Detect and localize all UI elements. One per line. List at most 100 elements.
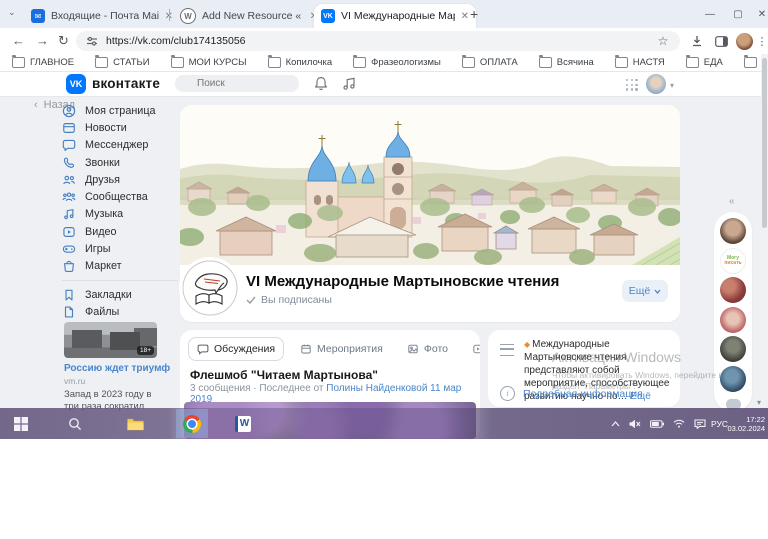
- tab-events[interactable]: Мероприятия: [292, 338, 391, 360]
- sidebar-item-music[interactable]: Музыка: [62, 206, 178, 223]
- sidebar-item-calls[interactable]: Звонки: [62, 154, 178, 171]
- screen: ⌄ ✉ Входящие - Почта Mail.ru ✕ W Add New…: [0, 0, 768, 439]
- tab-videos[interactable]: Видео: [464, 338, 480, 360]
- story-avatar-text[interactable]: Могу писать: [720, 248, 746, 274]
- bookmark-folder[interactable]: ЕДА: [686, 57, 723, 68]
- sidebar-item-bookmarks[interactable]: Закладки: [62, 286, 178, 303]
- file-icon: [62, 305, 76, 319]
- language-indicator[interactable]: РУС: [711, 408, 728, 439]
- reload-icon[interactable]: ↻: [58, 33, 69, 49]
- vk-user-avatar[interactable]: [646, 74, 666, 94]
- bookmark-folder[interactable]: Копилочка: [268, 57, 333, 68]
- side-panel-icon[interactable]: [712, 31, 730, 51]
- window-minimize-button[interactable]: —: [698, 0, 722, 28]
- sidebar-item-communities[interactable]: Сообщества: [62, 188, 178, 205]
- tab-photos[interactable]: Фото: [399, 338, 456, 360]
- bookmark-folder[interactable]: ГЛАВНОЕ: [12, 57, 74, 68]
- hidden-icons-chevron[interactable]: [611, 421, 620, 427]
- detailed-info-link[interactable]: i Подробная информация: [500, 386, 643, 401]
- chat-bubble-icon: [197, 343, 209, 355]
- file-explorer-icon[interactable]: [122, 408, 148, 439]
- bookmark-folder[interactable]: СТАТЬИ: [95, 57, 150, 68]
- group-info-card: ◆Международные Мартыновские чтения предс…: [488, 330, 680, 407]
- chevron-down-icon[interactable]: ▾: [670, 81, 674, 90]
- tab-list-chevron-icon[interactable]: ⌄: [8, 7, 16, 18]
- bookmark-folder[interactable]: НАСТЯ: [615, 57, 665, 68]
- group-avatar[interactable]: [182, 260, 238, 316]
- story-avatar[interactable]: [720, 277, 746, 303]
- sidebar-item-friends[interactable]: Друзья: [62, 171, 178, 188]
- window-close-button[interactable]: ✕: [750, 0, 768, 28]
- browser-tab-mail[interactable]: ✉ Входящие - Почта Mail.ru ✕: [24, 4, 180, 28]
- browser-tabstrip: ⌄ ✉ Входящие - Почта Mail.ru ✕ W Add New…: [0, 0, 768, 28]
- scrollbar-thumb[interactable]: [762, 58, 767, 228]
- newspaper-icon: [62, 121, 76, 135]
- tab-close-icon[interactable]: ✕: [461, 11, 469, 22]
- music-icon[interactable]: [342, 76, 357, 96]
- sidebar-item-games[interactable]: Игры: [62, 240, 178, 257]
- video-icon: [62, 225, 76, 239]
- action-center-icon[interactable]: [694, 419, 706, 429]
- sidebar-item-messenger[interactable]: Мессенджер: [62, 137, 178, 154]
- sidebar-item-profile[interactable]: Моя страница: [62, 102, 178, 119]
- bookmark-folder[interactable]: ОПЛАТА: [462, 57, 518, 68]
- windows-taskbar: W РУС 17:22 03.02.2024: [0, 408, 768, 439]
- story-avatar[interactable]: [720, 366, 746, 392]
- discussion-title[interactable]: Флешмоб "Читаем Мартынова": [190, 368, 378, 382]
- tab-title: Add New Resource « 2022 - 20: [202, 10, 304, 22]
- play-icon: [472, 343, 480, 355]
- chat-bubble-icon: [62, 138, 76, 152]
- apps-grid-icon[interactable]: [626, 79, 638, 91]
- folder-icon: [95, 57, 108, 68]
- word-taskbar-icon[interactable]: W: [230, 408, 256, 439]
- ad-title[interactable]: Россию ждет триумф: [64, 363, 176, 374]
- forward-icon[interactable]: →: [36, 33, 49, 49]
- start-button[interactable]: [8, 408, 34, 439]
- address-bar[interactable]: https://vk.com/club174135056: [76, 31, 680, 51]
- mailru-favicon: ✉: [31, 9, 45, 23]
- sidebar-item-market[interactable]: Маркет: [62, 258, 178, 275]
- taskbar-clock[interactable]: 17:22 03.02.2024: [727, 408, 765, 439]
- vk-header: VK вконтакте ▾: [0, 72, 768, 97]
- new-tab-button[interactable]: +: [470, 7, 478, 21]
- sidebar-item-news[interactable]: Новости: [62, 119, 178, 136]
- browser-menu-kebab-icon[interactable]: ⋮: [756, 31, 768, 51]
- chrome-taskbar-icon[interactable]: [176, 408, 208, 439]
- network-icon[interactable]: [673, 419, 685, 428]
- volume-muted-icon[interactable]: [629, 419, 641, 429]
- sidebar-ad[interactable]: 18+ Россию ждет триумф vm.ru Запад в 202…: [64, 322, 176, 412]
- stories-rail: Могу писать: [714, 212, 752, 412]
- chevron-left-icon: ‹: [34, 99, 38, 111]
- scrollbar-down-arrow[interactable]: ▾: [757, 398, 761, 407]
- bookmark-folder[interactable]: Фразеологизмы: [353, 57, 441, 68]
- vk-logo[interactable]: VK: [66, 74, 86, 94]
- notifications-bell-icon[interactable]: [314, 76, 328, 96]
- tab-title: VI Международные Мартыновс: [341, 10, 455, 22]
- bookmark-folder[interactable]: МОИ КУРСЫ: [171, 57, 247, 68]
- taskbar-search-icon[interactable]: [62, 408, 88, 439]
- back-icon[interactable]: ←: [12, 33, 25, 49]
- tab-divider: [169, 9, 170, 21]
- battery-icon[interactable]: [650, 420, 664, 428]
- vk-brand-text[interactable]: вконтакте: [92, 76, 160, 91]
- group-more-button[interactable]: Ещё: [622, 280, 668, 302]
- browser-tab-vk-active[interactable]: VK VI Международные Мартыновс ✕: [314, 4, 476, 28]
- menu-lines-icon[interactable]: [500, 344, 514, 356]
- browser-profile-avatar[interactable]: [734, 31, 754, 51]
- sidebar-item-video[interactable]: Видео: [62, 223, 178, 240]
- story-avatar[interactable]: [720, 218, 746, 244]
- window-maximize-button[interactable]: ▢: [726, 0, 750, 28]
- browser-tab-wordpress[interactable]: W Add New Resource « 2022 - 20 ✕: [173, 4, 325, 28]
- collapse-stories-icon[interactable]: «: [729, 196, 733, 207]
- bookmark-star-icon[interactable]: ☆: [654, 31, 672, 51]
- tab-discussions[interactable]: Обсуждения: [188, 337, 284, 361]
- bookmark-folder[interactable]: Всячина: [539, 57, 594, 68]
- story-avatar[interactable]: [720, 336, 746, 362]
- sidebar-item-files[interactable]: Файлы: [62, 303, 178, 320]
- search-input[interactable]: [175, 75, 299, 92]
- ad-image: 18+: [64, 322, 157, 358]
- download-icon[interactable]: [688, 31, 706, 51]
- shopping-bag-icon: [62, 259, 76, 273]
- photo-icon: [407, 343, 419, 355]
- story-avatar[interactable]: [720, 307, 746, 333]
